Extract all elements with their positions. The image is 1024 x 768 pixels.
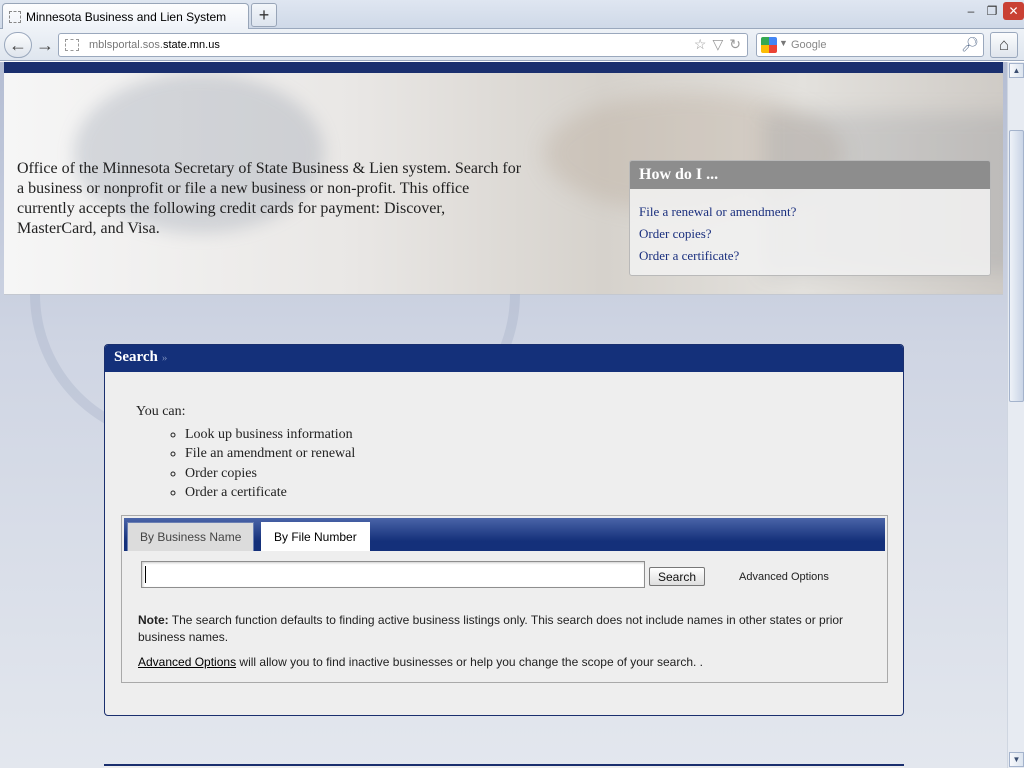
engine-dropdown-icon[interactable]: ▼ [779,38,788,48]
tab-by-file-number[interactable]: By File Number [261,522,370,551]
navigation-toolbar: ← → mblsportal.sos. state.mn.us ☆ ▽ ↻ ▼ G… [0,29,1024,61]
advanced-options-link[interactable]: Advanced Options [739,571,829,583]
link-order-copies[interactable]: Order copies? [639,223,981,245]
search-tabs: By Business Name By File Number [124,518,885,551]
how-do-i-title: How do I ... [630,161,990,189]
minimize-button[interactable]: – [961,2,981,20]
forward-button[interactable]: → [32,33,58,57]
tab-by-business-name[interactable]: By Business Name [127,522,255,551]
page-viewport: Office of the Minnesota Secretary of Sta… [0,62,1007,768]
url-host: state.mn.us [162,39,220,51]
google-engine-icon[interactable] [761,37,777,53]
site-identity-icon[interactable] [65,39,79,51]
list-item: File an amendment or renewal [185,444,355,463]
intro-text: Office of the Minnesota Secretary of Sta… [17,160,522,237]
how-do-i-box: How do I ... File a renewal or amendment… [629,160,991,276]
browser-tab[interactable]: Minnesota Business and Lien System [2,3,249,29]
forward-arrow-icon: → [36,34,54,55]
page-favicon-icon [9,10,21,23]
hero-banner: Office of the Minnesota Secretary of Sta… [4,73,1003,295]
url-prefix: mblsportal.sos. [89,39,163,51]
search-input[interactable] [141,561,645,588]
home-icon: ⌂ [998,35,1010,54]
back-button[interactable]: ← [4,32,32,58]
title-marker: » [161,352,168,364]
you-can-label: You can: [136,404,186,419]
list-item: Order copies [185,464,355,483]
back-arrow-icon: ← [9,34,27,55]
search-placeholder: Google [791,39,827,51]
how-do-i-links: File a renewal or amendment? Order copie… [630,189,990,279]
search-note: Note: The search function defaults to fi… [138,612,878,646]
browser-tab-bar: Minnesota Business and Lien System + – ❐… [0,0,1024,29]
site-header-strip [4,62,1003,73]
history-dropdown-icon[interactable]: ▽ [712,36,723,53]
search-form: By Business Name By File Number Search A… [121,515,888,683]
list-item: Order a certificate [185,483,355,502]
vertical-scrollbar[interactable]: ▲ ▼ [1007,62,1024,768]
capabilities-list: Look up business information File an ame… [185,425,355,503]
advanced-options-inline-link[interactable]: Advanced Options [138,655,236,669]
advanced-info: Advanced Options will allow you to find … [138,655,703,669]
tab-title: Minnesota Business and Lien System [26,9,227,24]
address-bar[interactable]: mblsportal.sos. state.mn.us ☆ ▽ ↻ [58,33,748,57]
browser-search-box[interactable]: ▼ Google 🔎︎ [756,33,984,57]
reload-icon[interactable]: ↻ [729,36,741,53]
search-icon[interactable]: 🔎︎ [961,36,979,53]
scroll-up-icon[interactable]: ▲ [1009,63,1024,78]
window-controls: – ❐ ✕ [960,2,1024,20]
home-button[interactable]: ⌂ [990,32,1018,58]
new-tab-button[interactable]: + [251,3,277,27]
text-caret [145,566,146,583]
close-window-button[interactable]: ✕ [1003,2,1024,20]
note-text: The search function defaults to finding … [138,613,844,644]
search-button[interactable]: Search [649,567,705,586]
advanced-info-text: will allow you to find inactive business… [236,655,703,669]
bookmark-star-icon[interactable]: ☆ [694,36,707,53]
list-item: Look up business information [185,425,355,444]
search-panel-header: Search» [105,345,903,372]
link-order-certificate[interactable]: Order a certificate? [639,245,981,267]
scrollbar-thumb[interactable] [1009,130,1024,402]
note-label: Note: [138,613,169,627]
restore-button[interactable]: ❐ [982,2,1002,20]
next-panel-edge [104,764,904,768]
scroll-down-icon[interactable]: ▼ [1009,752,1024,767]
link-file-renewal[interactable]: File a renewal or amendment? [639,201,981,223]
search-panel-title: Search [114,349,158,365]
search-panel: Search» You can: Look up business inform… [104,344,904,716]
